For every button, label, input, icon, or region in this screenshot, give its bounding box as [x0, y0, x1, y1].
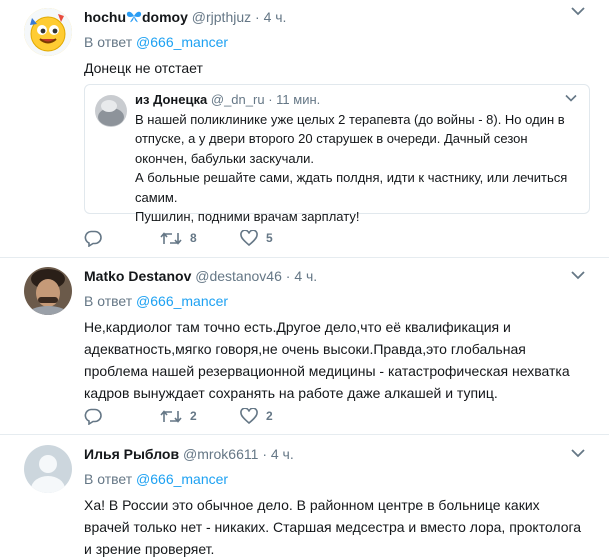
tweet-actions: 2 2 — [84, 406, 316, 426]
reply-prefix: В ответ — [84, 34, 133, 50]
user-handle[interactable]: @destanov46 — [195, 268, 282, 284]
tweet-text: Ха! В России это обычное дело. В районно… — [84, 497, 582, 557]
retweet-icon — [160, 409, 182, 423]
separator-dot: · — [285, 268, 291, 284]
default-avatar-icon — [24, 445, 72, 493]
chevron-down-icon[interactable] — [565, 94, 577, 102]
quoted-header: из Донецка @_dn_ru · 11 мин. — [135, 91, 320, 109]
quoted-timestamp[interactable]: 11 мин. — [276, 92, 320, 107]
reply-icon — [84, 230, 102, 247]
like-count: 2 — [266, 409, 273, 423]
quoted-tweet[interactable]: из Донецка @_dn_ru · 11 мин. В нашей пол… — [84, 84, 590, 224]
heart-icon — [240, 230, 258, 246]
reply-prefix: В ответ — [84, 471, 133, 487]
avatar[interactable] — [24, 8, 72, 56]
tweet-header: Илья Рыблов @mrok6611 · 4 ч. — [84, 445, 589, 464]
retweet-count: 8 — [190, 231, 197, 245]
reply-button[interactable] — [84, 408, 120, 425]
tweet-2[interactable]: Matko Destanov @destanov46 · 4 ч. В отве… — [0, 258, 609, 435]
photo-avatar-icon — [95, 95, 127, 127]
timestamp[interactable]: 4 ч. — [271, 446, 294, 462]
chevron-down-icon[interactable] — [571, 6, 585, 16]
chevron-down-icon[interactable] — [571, 448, 585, 458]
user-name-suffix[interactable]: domoy — [142, 9, 188, 25]
retweet-button[interactable]: 2 — [160, 409, 200, 424]
user-name[interactable]: Илья Рыблов — [84, 446, 179, 462]
tweet-actions: 8 5 — [84, 228, 316, 248]
emoji-avatar-icon — [24, 8, 72, 56]
reply-to: В ответ @666_mancer — [84, 470, 589, 488]
photo-avatar-icon — [24, 267, 72, 315]
tweet-text: Не,кардиолог там точно есть.Другое дело,… — [84, 319, 570, 401]
separator-dot: · — [268, 92, 273, 107]
user-name[interactable]: hochu — [84, 9, 126, 25]
avatar[interactable] — [24, 445, 72, 493]
tweet-header: Matko Destanov @destanov46 · 4 ч. — [84, 267, 589, 286]
quoted-text: В нашей поликлинике уже целых 2 терапевт… — [135, 110, 577, 226]
quoted-text-line: Пушилин, подними врачам зарплату! — [135, 209, 360, 225]
reply-mention-link[interactable]: @666_mancer — [136, 471, 228, 487]
quoted-text-line: А больные решайте сами, ждать полдня, ид… — [135, 170, 568, 205]
timestamp[interactable]: 4 ч. — [264, 9, 287, 25]
tweet-3[interactable]: Илья Рыблов @mrok6611 · 4 ч. В ответ @66… — [0, 435, 609, 557]
reply-icon — [84, 408, 102, 425]
heart-icon — [240, 408, 258, 424]
separator-dot: · — [255, 9, 260, 25]
avatar[interactable] — [24, 267, 72, 315]
tweet-text: Донецк не отстает — [84, 60, 203, 76]
reply-prefix: В ответ — [84, 293, 133, 309]
reply-to: В ответ @666_mancer — [84, 292, 589, 310]
reply-mention-link[interactable]: @666_mancer — [136, 34, 228, 50]
quoted-text-line: В нашей поликлинике уже целых 2 терапевт… — [135, 112, 565, 166]
reply-mention-link[interactable]: @666_mancer — [136, 293, 228, 309]
tweet-header: hochu domoy @rjpthjuz · 4 ч. — [84, 8, 589, 27]
retweet-icon — [160, 231, 182, 245]
reply-button[interactable] — [84, 230, 120, 247]
quoted-avatar[interactable] — [95, 95, 127, 127]
like-button[interactable]: 5 — [240, 230, 276, 246]
separator-dot: · — [262, 446, 267, 462]
chevron-down-icon[interactable] — [571, 270, 585, 280]
user-handle[interactable]: @rjpthjuz — [192, 9, 251, 25]
like-button[interactable]: 2 — [240, 408, 276, 424]
user-handle[interactable]: @mrok6611 — [183, 446, 258, 462]
user-name[interactable]: Matko Destanov — [84, 268, 191, 284]
reply-to: В ответ @666_mancer — [84, 33, 589, 51]
quoted-user-name[interactable]: из Донецка — [135, 92, 207, 107]
butterfly-icon — [126, 11, 142, 23]
retweet-button[interactable]: 8 — [160, 231, 200, 246]
timestamp[interactable]: 4 ч. — [294, 268, 317, 284]
like-count: 5 — [266, 231, 273, 245]
retweet-count: 2 — [190, 409, 197, 423]
quoted-user-handle[interactable]: @_dn_ru — [211, 92, 265, 107]
tweet-1[interactable]: hochu domoy @rjpthjuz · 4 ч. В ответ @666… — [0, 0, 609, 258]
